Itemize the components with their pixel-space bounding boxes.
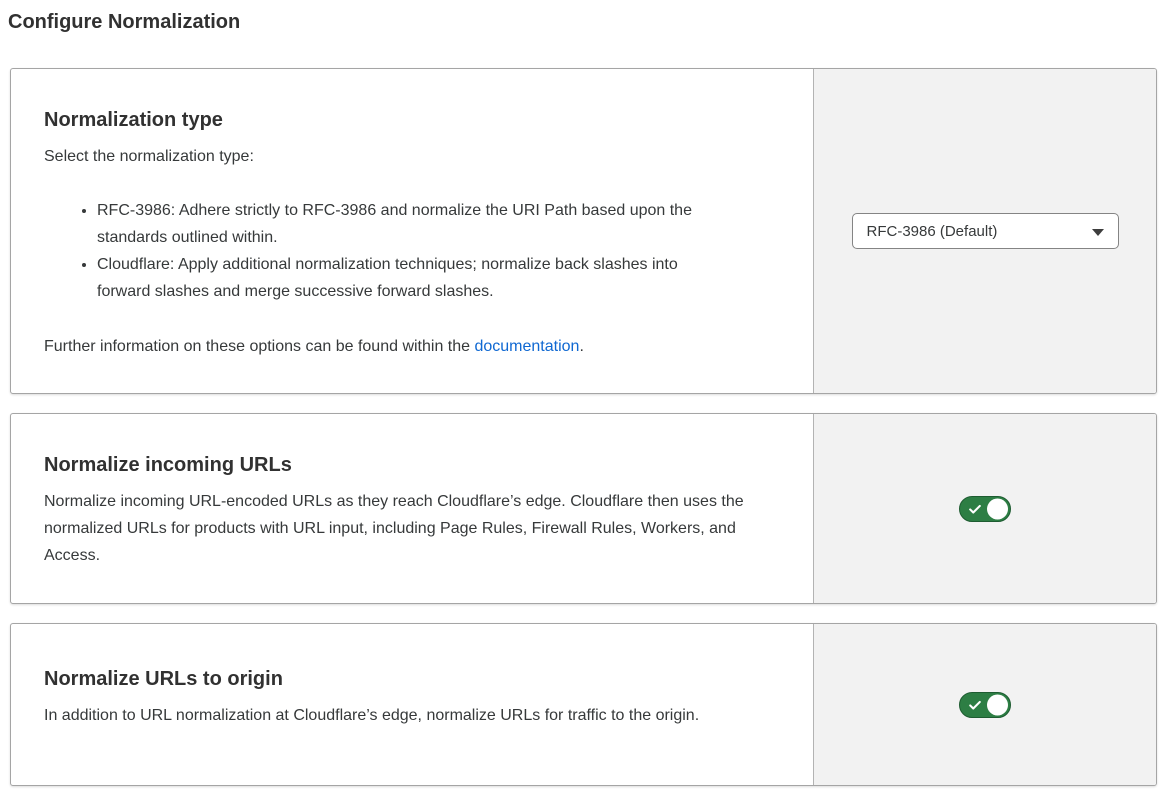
footer-text: Further information on these options can… xyxy=(44,338,474,355)
card-footer: Further information on these options can… xyxy=(44,333,789,360)
checkmark-icon xyxy=(968,698,982,712)
card-normalization-type: Normalization type Select the normalizat… xyxy=(10,68,1157,394)
card-content: Normalize incoming URLs Normalize incomi… xyxy=(11,414,813,603)
card-heading-normalization-type: Normalization type xyxy=(44,107,789,133)
toggle-knob xyxy=(987,498,1008,519)
card-description: In addition to URL normalization at Clou… xyxy=(44,702,744,729)
card-normalize-incoming-urls: Normalize incoming URLs Normalize incomi… xyxy=(10,413,1157,604)
chevron-down-icon xyxy=(1092,229,1104,236)
normalization-type-select[interactable]: RFC-3986 (Default) xyxy=(852,213,1119,249)
page-title: Configure Normalization xyxy=(8,10,1157,34)
documentation-link[interactable]: documentation xyxy=(474,338,579,355)
select-value: RFC-3986 (Default) xyxy=(867,223,998,240)
toggle-normalize-incoming-urls[interactable] xyxy=(959,496,1011,522)
list-item-cloudflare: Cloudflare: Apply additional normalizati… xyxy=(97,251,716,305)
card-content: Normalize URLs to origin In addition to … xyxy=(11,624,813,785)
normalization-options-list: RFC-3986: Adhere strictly to RFC-3986 an… xyxy=(44,197,716,305)
card-control-panel xyxy=(813,414,1156,603)
toggle-normalize-urls-to-origin[interactable] xyxy=(959,692,1011,718)
card-intro: Select the normalization type: xyxy=(44,143,789,170)
toggle-knob xyxy=(987,694,1008,715)
configure-normalization-page: Configure Normalization Normalization ty… xyxy=(0,0,1167,786)
card-content: Normalization type Select the normalizat… xyxy=(11,69,813,393)
card-control-panel: RFC-3986 (Default) xyxy=(813,69,1156,393)
card-heading-normalize-incoming-urls: Normalize incoming URLs xyxy=(44,452,789,478)
card-control-panel xyxy=(813,624,1156,785)
footer-text-period: . xyxy=(579,338,583,355)
card-normalize-urls-to-origin: Normalize URLs to origin In addition to … xyxy=(10,623,1157,786)
card-heading-normalize-urls-to-origin: Normalize URLs to origin xyxy=(44,666,789,692)
checkmark-icon xyxy=(968,502,982,516)
card-description: Normalize incoming URL-encoded URLs as t… xyxy=(44,488,774,569)
list-item-rfc-3986: RFC-3986: Adhere strictly to RFC-3986 an… xyxy=(97,197,716,251)
